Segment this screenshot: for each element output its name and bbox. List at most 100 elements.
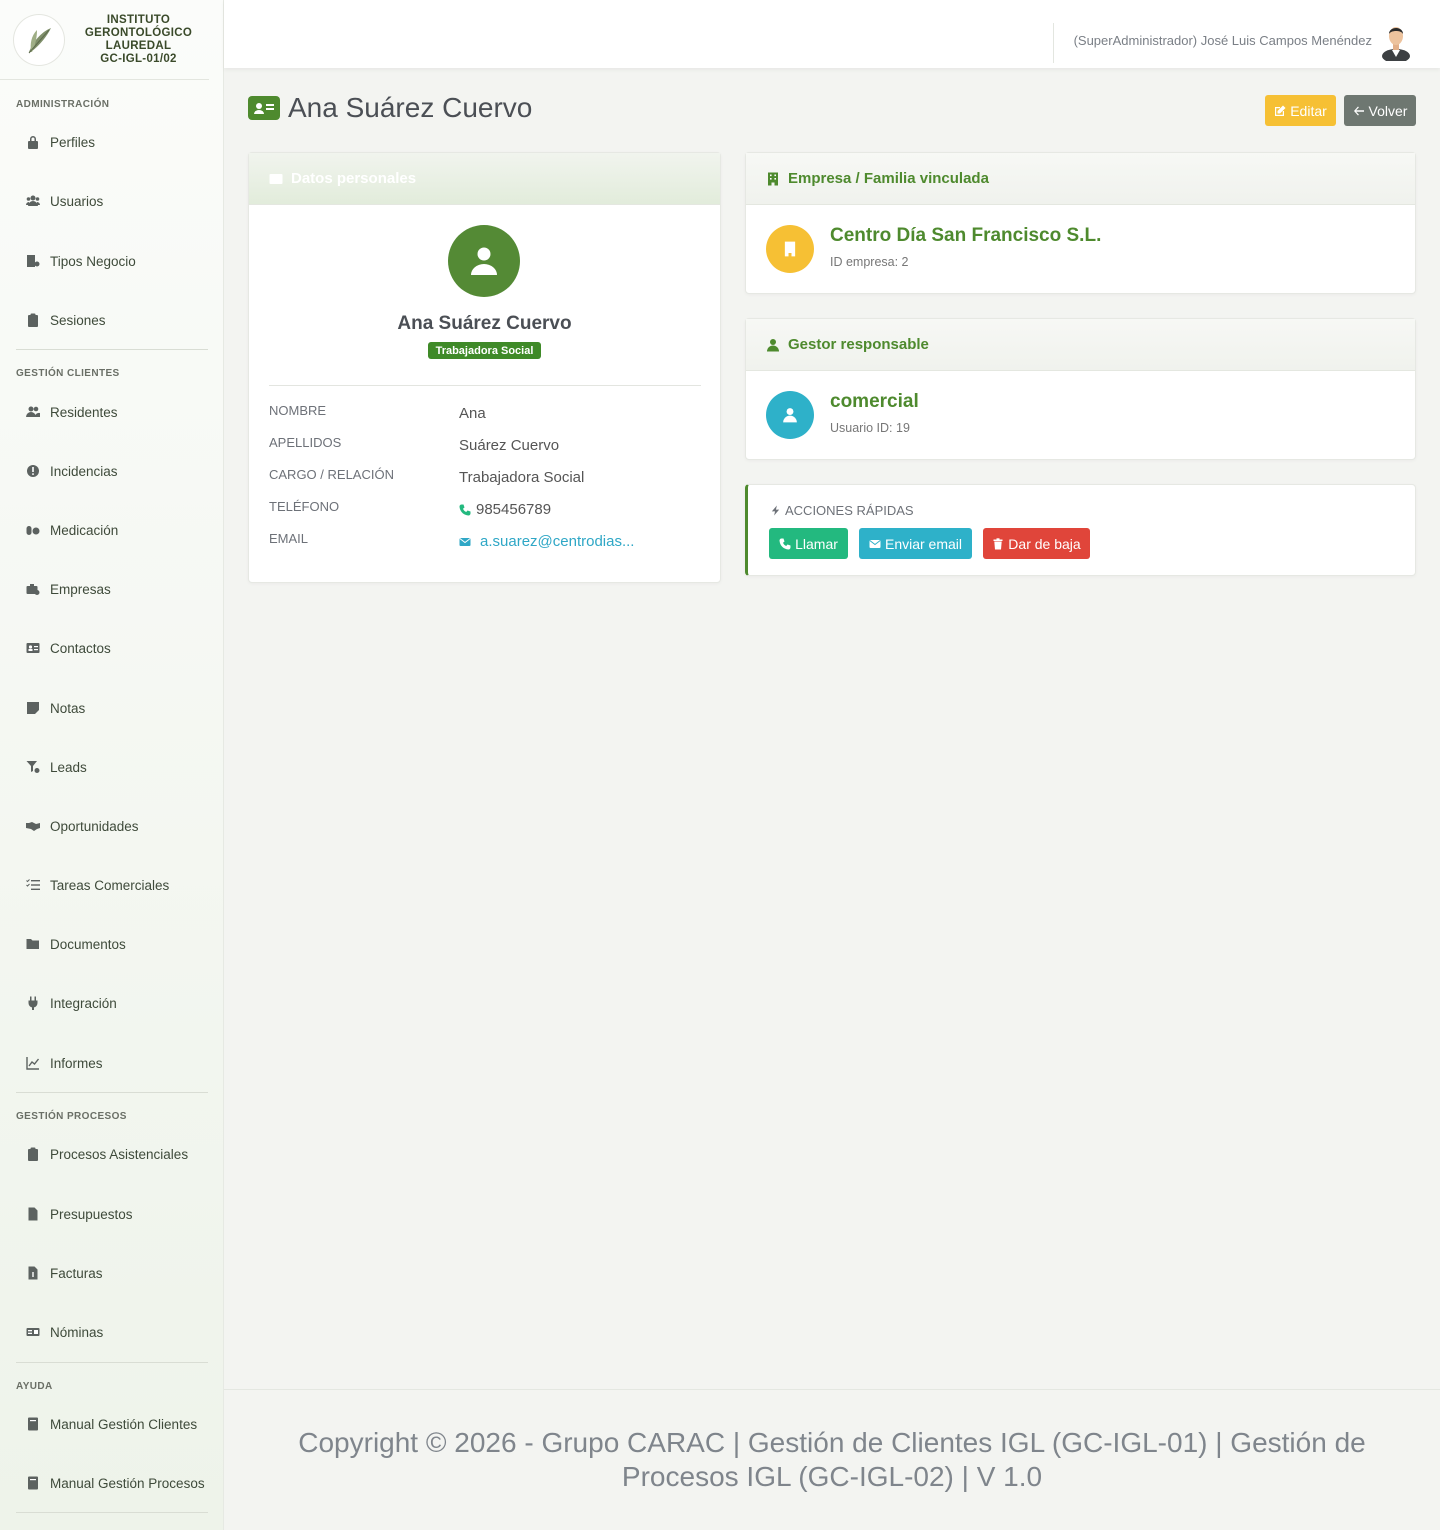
handshake-icon [24,819,42,833]
sidebar-item-procesos-asistenciales[interactable]: Procesos Asistenciales [0,1134,224,1174]
id-card-icon [248,96,280,120]
back-label: Volver [1368,102,1408,119]
sidebar-item-label: Manual Gestión Procesos [50,1475,205,1491]
user-avatar-icon[interactable] [1380,23,1412,61]
money-icon [24,1325,42,1339]
sidebar-item-label: Residentes [50,404,118,420]
sidebar-item-label: Sesiones [50,312,106,328]
building-icon [24,254,42,268]
footer: Copyright © 2026 - Grupo CARAC | Gestión… [224,1389,1440,1530]
sidebar-item-label: Integración [50,995,117,1011]
sidebar-item-perfiles[interactable]: Perfiles [0,122,224,162]
brand-line: GERONTOLÓGICO [84,26,193,39]
sidebar-item-contactos[interactable]: Contactos [0,628,224,668]
sidebar-item-notas[interactable]: Notas [0,688,224,728]
tasks-icon [24,878,42,892]
sidebar-item-label: Informes [50,1055,103,1071]
chart-line-icon [24,1056,42,1070]
sidebar-item-nominas[interactable]: Nóminas [0,1312,224,1352]
sidebar-item-label: Tareas Comerciales [50,877,170,893]
brand-logo [14,14,64,65]
file-icon [24,1207,42,1221]
manager-name-link[interactable]: comercial [830,391,919,413]
users-icon [24,405,42,419]
alert-icon [24,464,42,478]
phone-link[interactable]: 985456789 [459,501,551,518]
sidebar-item-tipos-negocio[interactable]: Tipos Negocio [0,241,224,281]
email-value: a.suarez@centrodias... [480,533,635,550]
sidebar-item-facturas[interactable]: Facturas [0,1253,224,1293]
invoice-icon [24,1266,42,1280]
field-label-apellidos: APELLIDOS [269,435,342,450]
sidebar-item-label: Notas [50,700,86,716]
card-header: Datos personales [249,153,720,205]
leaf-logo-icon [28,27,51,53]
sidebar-item-oportunidades[interactable]: Oportunidades [0,806,224,846]
section-label-gestion-clientes: GESTIÓN CLIENTES [16,368,120,379]
field-value-cargo: Trabajadora Social [459,469,585,486]
contact-name: Ana Suárez Cuervo [397,313,572,334]
divider [269,385,701,386]
folder-icon [24,937,42,951]
envelope-icon [869,539,881,548]
back-button[interactable]: Volver [1344,95,1416,126]
brand-line: INSTITUTO [106,13,171,26]
brand-name: INSTITUTO GERONTOLÓGICO LAUREDAL GC-IGL-… [64,14,209,66]
call-label: Llamar [795,535,838,552]
sidebar-item-manual-gestion-clientes[interactable]: Manual Gestión Clientes [0,1404,224,1444]
page-title-text: Ana Suárez Cuervo [288,92,533,123]
building-icon [768,172,778,185]
edit-button[interactable]: Editar [1265,95,1336,126]
field-value-nombre: Ana [459,405,486,422]
sidebar-item-label: Medicación [50,522,119,538]
sidebar-item-sesiones[interactable]: Sesiones [0,300,224,340]
lock-icon [24,135,42,149]
book-icon [24,1417,42,1431]
section-label-ayuda: AYUDA [16,1381,53,1392]
sidebar-item-label: Nóminas [50,1324,104,1340]
sidebar-item-usuarios[interactable]: Usuarios [0,181,224,221]
clipboard-icon [24,313,42,327]
brand-line: GC-IGL-01/02 [100,52,177,65]
call-button[interactable]: Llamar [769,528,848,559]
envelope-icon [459,537,471,546]
user-tie-icon [783,408,797,423]
sidebar-item-label: Documentos [50,936,126,952]
sidebar-item-label: Manual Gestión Clientes [50,1416,198,1432]
personal-data-card: Datos personales Ana Suárez Cuervo Traba… [248,152,721,583]
sidebar-item-label: Presupuestos [50,1206,133,1222]
manager-id: Usuario ID: 19 [830,421,910,435]
sidebar-item-manual-gestion-procesos[interactable]: Manual Gestión Procesos [0,1463,224,1503]
user-tie-icon [767,338,779,351]
users-icon [24,194,42,208]
sidebar-item-documentos[interactable]: Documentos [0,924,224,964]
manager-card: Gestor responsable comercial Usuario ID:… [745,318,1416,460]
sidebar-item-informes[interactable]: Informes [0,1043,224,1083]
sidebar-item-label: Tipos Negocio [50,253,136,269]
sidebar-item-medicacion[interactable]: Medicación [0,510,224,550]
sidebar-item-label: Contactos [50,640,111,656]
sidebar-item-integracion[interactable]: Integración [0,983,224,1023]
user-icon [471,247,497,275]
send-email-button[interactable]: Enviar email [859,528,972,559]
sidebar-item-tareas-comerciales[interactable]: Tareas Comerciales [0,865,224,905]
manager-avatar [766,391,814,439]
field-value-apellidos: Suárez Cuervo [459,437,560,454]
sidebar-item-label: Leads [50,759,87,775]
field-label-cargo: CARGO / RELACIÓN [269,467,394,482]
building-icon [784,241,796,257]
quick-actions-title: ACCIONES RÁPIDAS [770,503,914,518]
sidebar-item-residentes[interactable]: Residentes [0,392,224,432]
quick-actions-card: ACCIONES RÁPIDAS Llamar Enviar email Dar… [745,484,1416,576]
sidebar-item-empresas[interactable]: Empresas [0,569,224,609]
topbar: (SuperAdministrador) José Luis Campos Me… [224,0,1440,68]
sidebar-item-incidencias[interactable]: Incidencias [0,451,224,491]
user-name[interactable]: (SuperAdministrador) José Luis Campos Me… [1074,33,1372,48]
company-name-link[interactable]: Centro Día San Francisco S.L. [830,225,1101,247]
deactivate-button[interactable]: Dar de baja [983,528,1090,559]
email-link[interactable]: a.suarez@centrodias... [459,533,634,550]
edit-icon [1275,105,1286,116]
card-title: Datos personales [291,170,417,187]
sidebar-item-presupuestos[interactable]: Presupuestos [0,1194,224,1234]
sidebar-item-leads[interactable]: Leads [0,747,224,787]
